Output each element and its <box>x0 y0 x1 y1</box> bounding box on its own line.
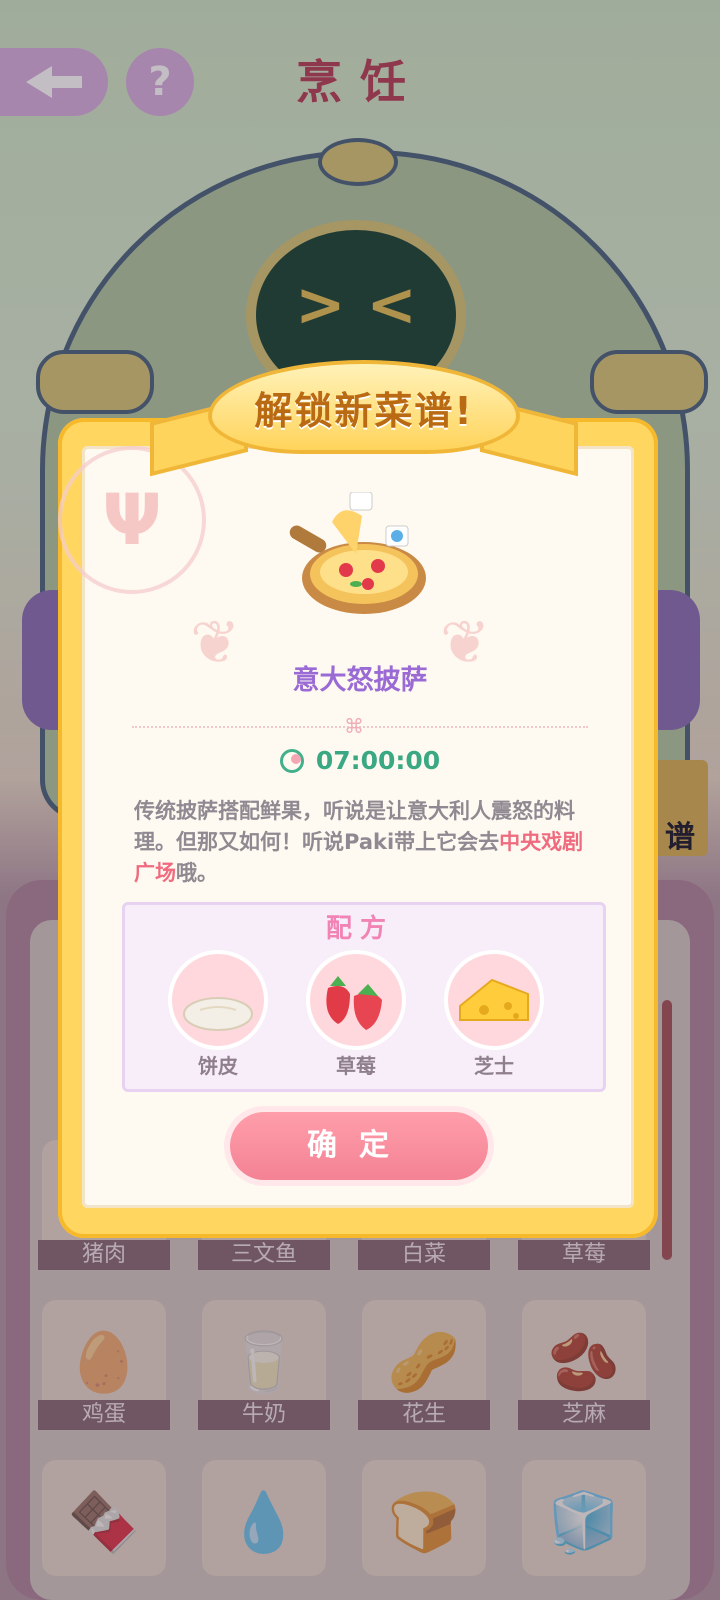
dish-name: 意大怒披萨 <box>292 665 428 696</box>
pizza-icon <box>289 492 426 614</box>
cooking-badge-icon: Ψ <box>58 446 206 594</box>
ingredient-cheese: 芝士 <box>444 950 544 1078</box>
ingredient-label: 芝士 <box>474 1054 514 1078</box>
recipe-title: 配方 <box>325 914 394 944</box>
ingredient-circle <box>306 950 406 1050</box>
bow-icon: ⌘ <box>344 714 364 738</box>
clock-icon <box>279 748 304 773</box>
strawberry-icon <box>326 976 382 1030</box>
ingredient-strawberry: 草莓 <box>306 950 406 1078</box>
cheese-icon <box>459 978 529 1021</box>
cook-timer: 07:00:00 <box>0 746 720 775</box>
unlock-banner-text: 解锁新菜谱! <box>254 388 474 433</box>
ingredient-dough: 饼皮 <box>168 950 268 1078</box>
description-end: 哦。 <box>176 861 218 885</box>
dish-description: 传统披萨搭配鲜果，听说是让意大利人震怒的料理。但那又如何！听说Paki带上它会去… <box>134 796 590 889</box>
ingredient-circle <box>444 950 544 1050</box>
confirm-button[interactable]: 确定 <box>230 1112 488 1180</box>
ingredient-label: 草莓 <box>336 1054 376 1078</box>
ingredient-label: 饼皮 <box>198 1054 238 1078</box>
ingredient-circle <box>168 950 268 1050</box>
dough-icon <box>183 997 253 1031</box>
cook-time: 07:00:00 <box>315 746 441 775</box>
